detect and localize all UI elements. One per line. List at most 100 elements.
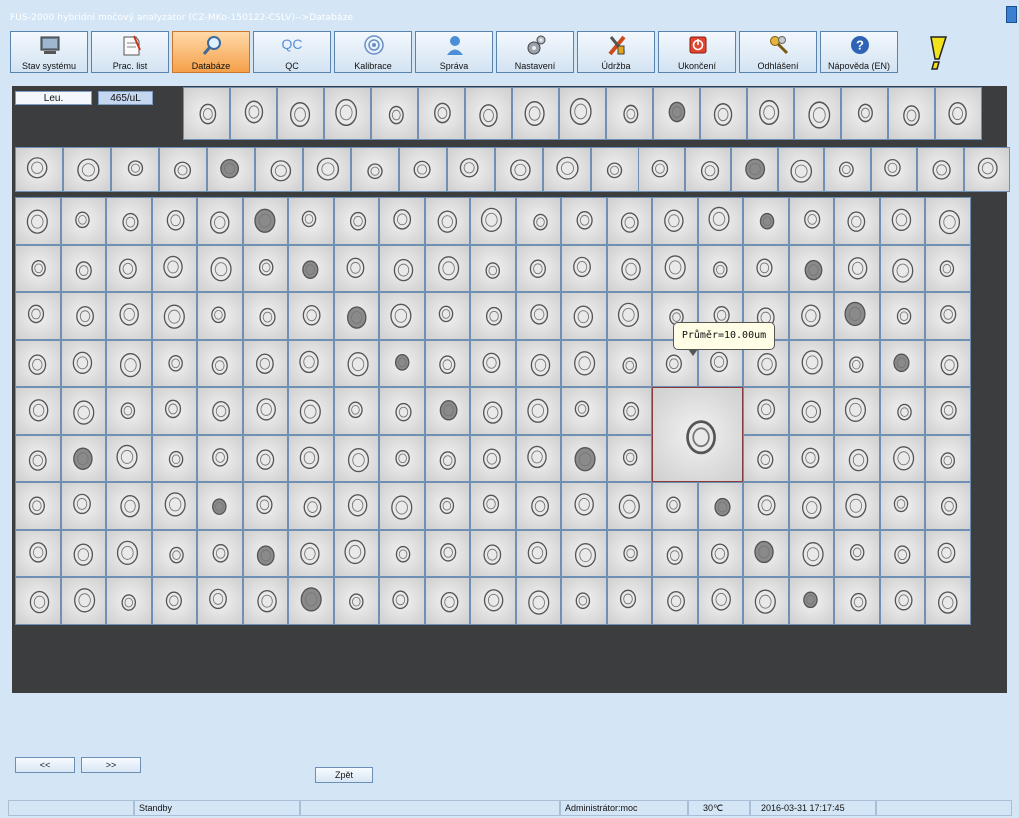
cell-thumbnail[interactable] <box>288 482 334 530</box>
cell-thumbnail[interactable] <box>788 292 834 340</box>
cell-thumbnail[interactable] <box>242 387 288 435</box>
cell-thumbnail[interactable] <box>424 577 470 625</box>
cell-thumbnail[interactable] <box>925 482 971 530</box>
cell-thumbnail[interactable] <box>379 577 425 625</box>
cell-thumbnail[interactable] <box>543 147 591 192</box>
cell-thumbnail[interactable] <box>351 147 399 192</box>
cell-thumbnail[interactable] <box>515 434 561 482</box>
cell-thumbnail[interactable] <box>277 87 324 140</box>
cell-thumbnail[interactable] <box>288 529 334 577</box>
cell-thumbnail[interactable] <box>60 387 106 435</box>
cell-thumbnail[interactable] <box>917 147 964 192</box>
cell-thumbnail[interactable] <box>15 434 61 482</box>
cell-thumbnail[interactable] <box>333 434 379 482</box>
cell-thumbnail[interactable] <box>788 482 834 530</box>
cell-thumbnail[interactable] <box>879 244 925 292</box>
toolbar-button-5[interactable]: Správa <box>415 31 493 73</box>
cell-thumbnail[interactable] <box>15 244 61 292</box>
cell-thumbnail[interactable] <box>515 577 561 625</box>
toolbar-button-7[interactable]: Údržba <box>577 31 655 73</box>
cell-thumbnail[interactable] <box>606 292 652 340</box>
cell-thumbnail[interactable] <box>743 529 789 577</box>
cell-thumbnail[interactable] <box>743 387 789 435</box>
cell-thumbnail[interactable] <box>15 577 61 625</box>
cell-thumbnail[interactable] <box>606 244 652 292</box>
cell-thumbnail[interactable] <box>447 147 495 192</box>
cell-thumbnail[interactable] <box>418 87 465 140</box>
cell-thumbnail[interactable] <box>106 434 152 482</box>
cell-thumbnail[interactable] <box>63 147 111 192</box>
cell-thumbnail[interactable] <box>242 292 288 340</box>
cell-thumbnail[interactable] <box>288 577 334 625</box>
cell-thumbnail[interactable] <box>606 482 652 530</box>
cell-thumbnail[interactable] <box>515 292 561 340</box>
cell-thumbnail[interactable] <box>465 87 512 140</box>
cell-thumbnail[interactable] <box>879 434 925 482</box>
toolbar-button-10[interactable]: ? Nápověda (EN) <box>820 31 898 73</box>
cell-thumbnail[interactable] <box>371 87 418 140</box>
cell-thumbnail[interactable] <box>470 529 516 577</box>
cell-thumbnail[interactable] <box>777 147 824 192</box>
cell-thumbnail[interactable] <box>743 244 789 292</box>
cell-thumbnail[interactable] <box>242 577 288 625</box>
warning-icon[interactable] <box>926 35 950 71</box>
cell-thumbnail[interactable] <box>151 482 197 530</box>
cell-thumbnail[interactable] <box>788 529 834 577</box>
cell-thumbnail[interactable] <box>151 292 197 340</box>
cell-thumbnail[interactable] <box>242 197 288 245</box>
cell-thumbnail[interactable] <box>424 529 470 577</box>
cell-thumbnail[interactable] <box>197 387 243 435</box>
cell-thumbnail[interactable] <box>151 339 197 387</box>
cell-thumbnail[interactable] <box>379 482 425 530</box>
cell-thumbnail[interactable] <box>684 147 731 192</box>
cell-thumbnail[interactable] <box>794 87 841 140</box>
cell-thumbnail[interactable] <box>925 387 971 435</box>
toolbar-button-0[interactable]: Stav systému <box>10 31 88 73</box>
cell-thumbnail[interactable] <box>495 147 543 192</box>
cell-thumbnail[interactable] <box>561 434 607 482</box>
cell-thumbnail[interactable] <box>106 292 152 340</box>
window-menu-icon[interactable] <box>1006 6 1017 23</box>
cell-thumbnail[interactable] <box>470 482 516 530</box>
cell-thumbnail[interactable] <box>288 387 334 435</box>
cell-thumbnail[interactable] <box>288 244 334 292</box>
cell-thumbnail[interactable] <box>424 292 470 340</box>
cell-thumbnail[interactable] <box>183 87 230 140</box>
cell-thumbnail[interactable] <box>925 197 971 245</box>
cell-thumbnail[interactable] <box>788 434 834 482</box>
cell-thumbnail[interactable] <box>197 292 243 340</box>
cell-thumbnail[interactable] <box>15 482 61 530</box>
cell-thumbnail[interactable] <box>879 387 925 435</box>
cell-thumbnail[interactable] <box>470 434 516 482</box>
cell-thumbnail[interactable] <box>60 529 106 577</box>
cell-thumbnail[interactable] <box>288 339 334 387</box>
cell-thumbnail[interactable] <box>870 147 917 192</box>
cell-thumbnail[interactable] <box>834 292 880 340</box>
cell-thumbnail[interactable] <box>697 577 743 625</box>
cell-thumbnail[interactable] <box>151 577 197 625</box>
cell-thumbnail[interactable] <box>743 482 789 530</box>
cell-thumbnail[interactable] <box>834 339 880 387</box>
toolbar-button-9[interactable]: Odhlášení <box>739 31 817 73</box>
cell-thumbnail[interactable] <box>606 387 652 435</box>
cell-thumbnail[interactable] <box>879 197 925 245</box>
cell-thumbnail[interactable] <box>399 147 447 192</box>
cell-thumbnail[interactable] <box>15 339 61 387</box>
toolbar-button-4[interactable]: Kalibrace <box>334 31 412 73</box>
cell-thumbnail[interactable] <box>824 147 871 192</box>
cell-thumbnail[interactable] <box>925 529 971 577</box>
cell-thumbnail[interactable] <box>288 292 334 340</box>
cell-thumbnail[interactable] <box>470 387 516 435</box>
cell-thumbnail[interactable] <box>731 147 778 192</box>
cell-thumbnail[interactable] <box>834 482 880 530</box>
cell-thumbnail[interactable] <box>333 482 379 530</box>
cell-thumbnail[interactable] <box>333 387 379 435</box>
cell-thumbnail[interactable] <box>652 577 698 625</box>
cell-thumbnail[interactable] <box>697 529 743 577</box>
cell-thumbnail[interactable] <box>888 87 935 140</box>
cell-thumbnail[interactable] <box>379 244 425 292</box>
cell-thumbnail[interactable] <box>60 482 106 530</box>
cell-thumbnail[interactable] <box>515 387 561 435</box>
cell-thumbnail[interactable] <box>788 387 834 435</box>
cell-thumbnail[interactable] <box>743 434 789 482</box>
